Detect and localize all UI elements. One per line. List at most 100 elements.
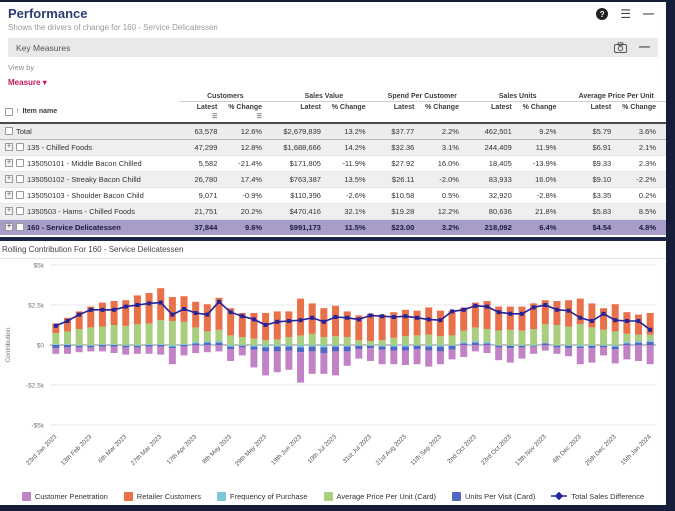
bar-segment <box>495 346 502 348</box>
expand-row-icon[interactable]: + <box>5 159 13 167</box>
expand-row-icon[interactable]: + <box>5 175 13 183</box>
column-group-customers: Customers <box>179 91 272 102</box>
line-marker <box>147 301 151 305</box>
metric-value: 21,751 <box>179 203 228 219</box>
bar-segment <box>507 348 514 362</box>
svg-text:$0: $0 <box>37 343 45 350</box>
line-marker <box>252 317 256 321</box>
item-name-header[interactable]: ↑ Item name <box>0 102 179 124</box>
bar-segment <box>169 347 176 349</box>
bar-segment <box>146 293 153 323</box>
help-icon[interactable]: ? <box>596 8 608 20</box>
measure-dropdown[interactable]: Measure ▾ <box>8 78 47 87</box>
select-all-checkbox[interactable] <box>5 108 13 116</box>
bar-segment <box>215 343 222 345</box>
metric-value: 14.2% <box>331 139 376 155</box>
bar-segment <box>122 345 129 346</box>
svg-text:$5k: $5k <box>34 263 45 270</box>
line-marker <box>520 312 524 316</box>
metric-value: 9,071 <box>179 187 228 203</box>
svg-text:Contribution: Contribution <box>5 327 12 362</box>
table-row[interactable]: +135050103 - Shoulder Bacon Child9,071-0… <box>0 187 666 203</box>
bar-segment <box>623 334 630 342</box>
svg-text:13th Feb 2023: 13th Feb 2023 <box>60 433 94 467</box>
expand-row-icon[interactable]: + <box>5 143 13 151</box>
bar-segment <box>215 330 222 341</box>
bar-segment <box>52 333 59 344</box>
metric-value: -11.9% <box>331 155 376 171</box>
minimize-panel-icon[interactable]: — <box>643 9 654 20</box>
price-change-header: % Change <box>621 102 666 124</box>
expand-row-icon[interactable]: + <box>5 223 13 231</box>
row-checkbox[interactable] <box>16 191 24 199</box>
line-marker <box>602 312 606 316</box>
metric-value: 5,582 <box>179 155 228 171</box>
bar-segment <box>565 345 572 346</box>
expand-row-icon[interactable]: + <box>5 207 13 215</box>
bar-segment <box>577 347 584 349</box>
svg-text:17th Apr 2023: 17th Apr 2023 <box>166 433 199 466</box>
line-marker <box>578 316 582 320</box>
table-row[interactable]: +135050101 - Middle Bacon Chilled5,582-2… <box>0 155 666 171</box>
legend-item: Total Sales Difference <box>551 491 644 501</box>
table-row[interactable]: +135050102 - Streaky Bacon Chilld26,7801… <box>0 171 666 187</box>
metric-value: 9.6% <box>227 219 272 235</box>
row-checkbox[interactable] <box>16 175 24 183</box>
svg-text:13th Nov 2023: 13th Nov 2023 <box>514 433 548 467</box>
bar-segment <box>309 334 316 345</box>
line-marker <box>450 309 454 313</box>
svg-text:6th Mar 2023: 6th Mar 2023 <box>97 433 129 465</box>
spend-latest-header: Latest <box>376 102 425 124</box>
bar-segment <box>344 347 351 352</box>
line-marker <box>194 311 198 315</box>
row-checkbox[interactable] <box>16 159 24 167</box>
bar-segment <box>577 299 584 325</box>
line-marker <box>357 317 361 321</box>
hamburger-menu-icon[interactable]: ☰ <box>620 8 631 20</box>
line-marker <box>135 303 139 307</box>
bar-segment <box>262 340 269 345</box>
sales-value-change-header: % Change <box>331 102 376 124</box>
row-checkbox[interactable] <box>16 207 24 215</box>
bar-segment <box>518 347 525 358</box>
bar-segment <box>157 345 164 347</box>
table-row[interactable]: +1350503 - Hams - Chilled Foods21,75120.… <box>0 203 666 219</box>
line-marker <box>264 323 268 327</box>
metric-value: $1,688,666 <box>272 139 331 155</box>
expand-row-icon[interactable]: + <box>5 191 13 199</box>
bar-segment <box>274 311 281 339</box>
bar-segment <box>379 345 386 347</box>
metric-value: 21.8% <box>522 203 567 219</box>
legend-item: Frequency of Purchase <box>217 492 308 501</box>
line-marker <box>462 308 466 312</box>
row-checkbox[interactable] <box>16 143 24 151</box>
bar-segment <box>285 351 292 370</box>
line-marker <box>229 310 233 314</box>
bar-segment <box>52 345 59 348</box>
bar-segment <box>623 343 630 345</box>
metric-value: $991,173 <box>272 219 331 235</box>
bar-segment <box>285 311 292 337</box>
collapse-section-icon[interactable]: — <box>639 42 650 53</box>
filter-icon[interactable]: ☰ <box>227 113 262 120</box>
metric-value: $4.54 <box>566 219 621 235</box>
bar-segment <box>285 337 292 345</box>
metric-value: 9.2% <box>522 123 567 139</box>
filter-icon[interactable]: ☰ <box>179 113 218 120</box>
table-row[interactable]: +135 - Chilled Foods47,29912.8%$1,688,66… <box>0 139 666 155</box>
bar-segment <box>425 351 432 367</box>
row-checkbox[interactable] <box>5 127 13 135</box>
table-row[interactable]: Total63,57812.6%$2,679,83913.2%$37.772.2… <box>0 123 666 139</box>
bar-segment <box>122 300 129 326</box>
bar-segment <box>390 347 397 351</box>
bar-segment <box>76 347 83 352</box>
row-checkbox[interactable] <box>16 223 24 231</box>
table-row[interactable]: +160 - Service Delicatessen37,8449.6%$99… <box>0 219 666 235</box>
bar-segment <box>367 346 374 348</box>
camera-icon[interactable] <box>614 42 627 53</box>
bar-segment <box>600 308 607 330</box>
bar-segment <box>111 325 118 344</box>
bar-segment <box>414 345 421 346</box>
metric-value: 3.1% <box>424 139 469 155</box>
item-name: 1350503 - Hams - Chilled Foods <box>27 207 135 216</box>
